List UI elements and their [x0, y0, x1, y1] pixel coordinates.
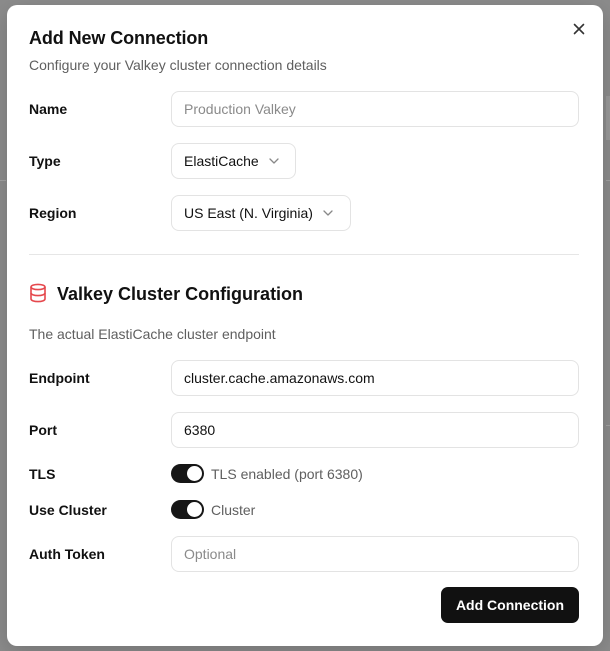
- database-icon: [30, 283, 46, 303]
- port-input[interactable]: [171, 412, 579, 448]
- close-button[interactable]: [569, 19, 589, 39]
- region-select[interactable]: US East (N. Virginia): [171, 195, 351, 231]
- chevron-down-icon: [269, 158, 279, 164]
- backdrop-line: [606, 96, 610, 140]
- add-connection-button[interactable]: Add Connection: [441, 587, 579, 623]
- dialog-subtitle: Configure your Valkey cluster connection…: [29, 57, 327, 73]
- region-select-value: US East (N. Virginia): [184, 205, 313, 221]
- close-icon: [573, 23, 585, 35]
- backdrop-line: [606, 180, 610, 181]
- name-input[interactable]: [171, 91, 579, 127]
- tls-toggle[interactable]: [171, 464, 204, 483]
- tls-label: TLS: [29, 466, 56, 482]
- dialog-title: Add New Connection: [29, 28, 209, 48]
- backdrop-line: [606, 425, 610, 426]
- use-cluster-toggle[interactable]: [171, 500, 204, 519]
- section-title: Valkey Cluster Configuration: [57, 284, 304, 304]
- auth-token-input[interactable]: [171, 536, 579, 572]
- port-label: Port: [29, 422, 57, 438]
- type-select-value: ElastiCache: [184, 153, 259, 169]
- auth-token-label: Auth Token: [29, 546, 105, 562]
- use-cluster-status: Cluster: [211, 502, 256, 518]
- name-label: Name: [29, 101, 68, 117]
- toggle-knob: [187, 502, 202, 517]
- type-select[interactable]: ElastiCache: [171, 143, 296, 179]
- add-connection-dialog: Add New Connection Configure your Valkey…: [7, 5, 603, 646]
- tls-status: TLS enabled (port 6380): [211, 466, 363, 482]
- use-cluster-label: Use Cluster: [29, 502, 107, 518]
- chevron-down-icon: [323, 210, 333, 216]
- toggle-knob: [187, 466, 202, 481]
- section-description: The actual ElastiCache cluster endpoint: [29, 326, 276, 342]
- endpoint-input[interactable]: [171, 360, 579, 396]
- section-divider: [29, 254, 579, 255]
- type-label: Type: [29, 153, 61, 169]
- endpoint-label: Endpoint: [29, 370, 90, 386]
- backdrop-line: [0, 180, 6, 181]
- region-label: Region: [29, 205, 77, 221]
